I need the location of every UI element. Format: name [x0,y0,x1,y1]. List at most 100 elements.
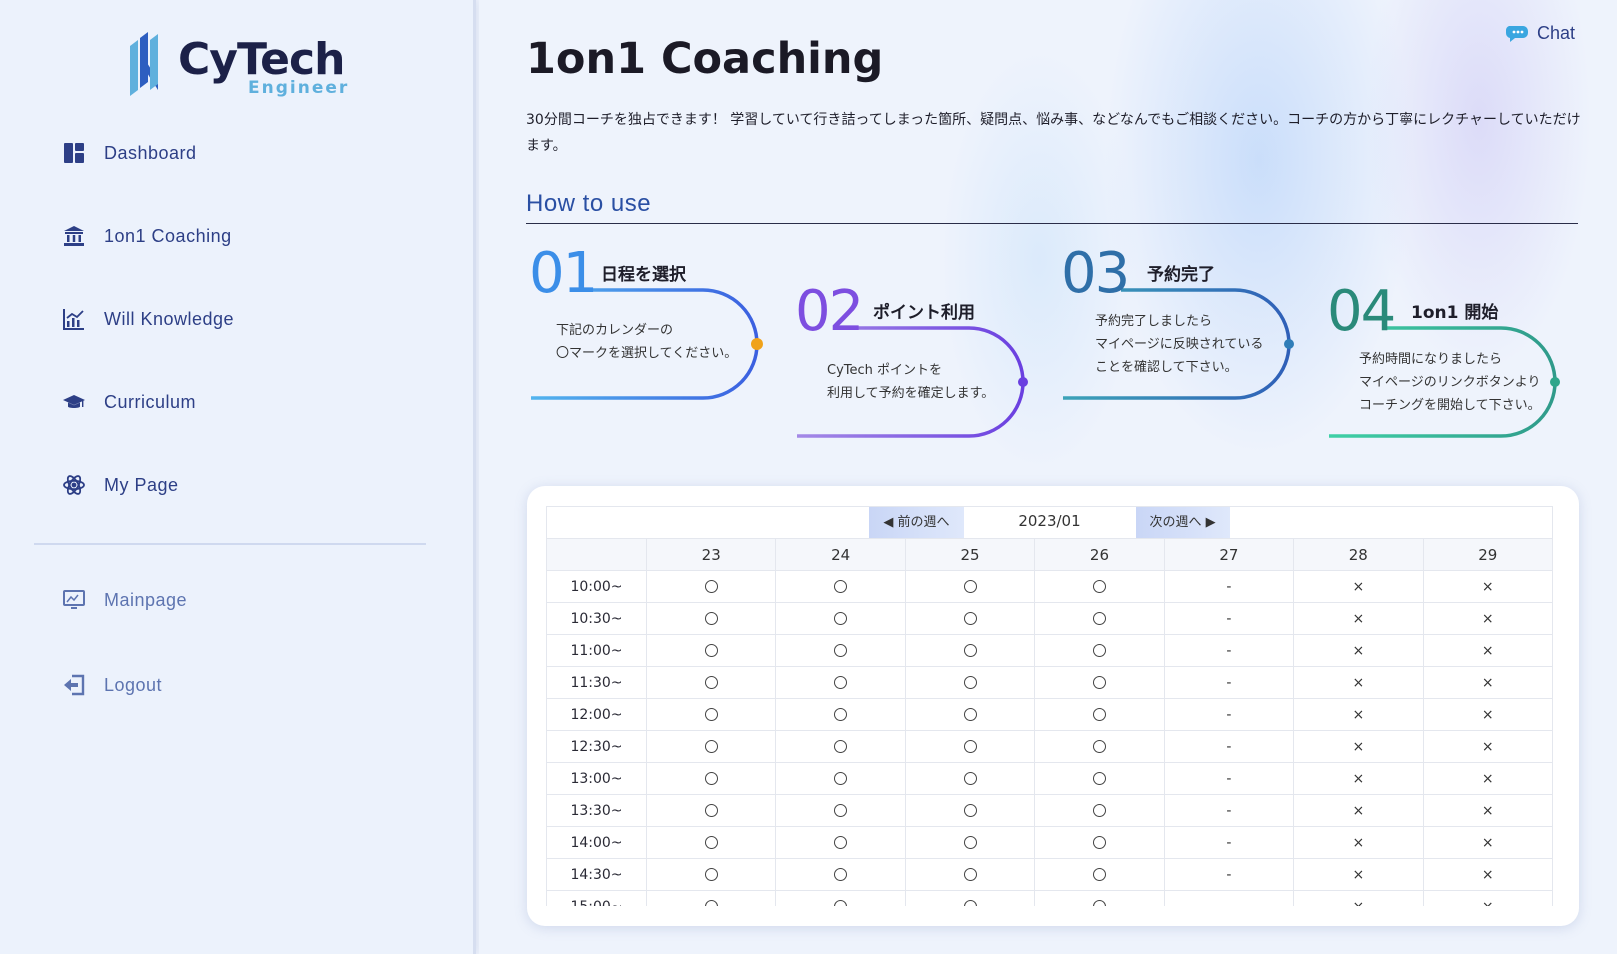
available-slot-mark[interactable] [704,772,718,785]
slot-cell[interactable] [904,602,1036,635]
slot-cell[interactable] [1034,602,1165,635]
available-slot-mark[interactable] [834,676,848,689]
sidebar-item-will-knowledge[interactable]: Will Knowledge [62,304,422,334]
slot-cell[interactable] [775,858,906,891]
available-slot-mark[interactable] [704,868,718,881]
slot-cell[interactable] [775,794,906,827]
slot-cell[interactable] [904,634,1036,667]
slot-cell[interactable] [775,634,906,667]
slot-cell[interactable] [645,858,777,891]
slot-cell[interactable] [1034,666,1165,699]
sidebar-item-dashboard[interactable]: Dashboard [62,138,422,168]
slot-cell[interactable] [1034,826,1165,859]
available-slot-mark[interactable] [704,708,718,721]
available-slot-mark[interactable] [834,804,848,817]
available-slot-mark[interactable] [963,708,977,721]
slot-cell[interactable] [1034,730,1165,763]
available-slot-mark[interactable] [834,836,848,849]
available-slot-mark[interactable] [704,804,718,817]
slot-cell[interactable] [645,762,777,795]
available-slot-mark[interactable] [1092,612,1106,625]
slot-cell[interactable] [645,794,777,827]
slot-cell[interactable] [1034,634,1165,667]
available-slot-mark[interactable] [704,836,718,849]
slot-cell[interactable] [775,826,906,859]
slot-cell[interactable] [1034,762,1165,795]
available-slot-mark[interactable] [1092,772,1106,785]
slot-cell[interactable] [775,698,906,731]
available-slot-mark[interactable] [834,772,848,785]
available-slot-mark[interactable] [834,868,848,881]
slot-cell[interactable] [645,890,777,906]
slot-cell[interactable] [645,698,777,731]
slot-cell[interactable] [1034,858,1165,891]
sidebar-item-logout[interactable]: Logout [62,670,422,700]
available-slot-mark[interactable] [963,772,977,785]
available-slot-mark[interactable] [963,676,977,689]
slot-cell[interactable] [904,890,1036,906]
available-slot-mark[interactable] [834,580,848,593]
available-slot-mark[interactable] [834,708,848,721]
available-slot-mark[interactable] [1092,740,1106,753]
available-slot-mark[interactable] [963,900,977,906]
slot-cell[interactable] [645,602,777,635]
slot-cell[interactable] [904,698,1036,731]
slot-cell[interactable] [904,730,1036,763]
slot-cell[interactable] [775,666,906,699]
available-slot-mark[interactable] [834,740,848,753]
slot-cell[interactable] [904,794,1036,827]
available-slot-mark[interactable] [1092,900,1106,906]
prev-week-button[interactable]: ◀ 前の週へ [869,507,964,538]
next-week-button[interactable]: 次の週へ ▶ [1135,507,1230,538]
available-slot-mark[interactable] [1092,676,1106,689]
sidebar-item-mainpage[interactable]: Mainpage [62,585,422,615]
available-slot-mark[interactable] [963,868,977,881]
available-slot-mark[interactable] [704,612,718,625]
slot-cell[interactable] [904,762,1036,795]
available-slot-mark[interactable] [704,676,718,689]
available-slot-mark[interactable] [704,644,718,657]
available-slot-mark[interactable] [1092,804,1106,817]
slot-cell[interactable] [904,858,1036,891]
slot-cell[interactable] [645,634,777,667]
available-slot-mark[interactable] [1092,644,1106,657]
available-slot-mark[interactable] [1092,868,1106,881]
slot-cell[interactable] [645,826,777,859]
available-slot-mark[interactable] [834,612,848,625]
slot-cell[interactable] [775,570,906,603]
available-slot-mark[interactable] [963,740,977,753]
slot-cell[interactable] [904,570,1036,603]
slot-cell[interactable] [775,602,906,635]
cytech-logo[interactable]: CyTech Engineer [128,30,348,100]
slot-cell[interactable] [904,826,1036,859]
available-slot-mark[interactable] [834,900,848,906]
slot-cell[interactable] [645,570,777,603]
available-slot-mark[interactable] [963,804,977,817]
available-slot-mark[interactable] [704,580,718,593]
slot-cell[interactable] [904,666,1036,699]
sidebar-item-my-page[interactable]: My Page [62,470,422,500]
slot-cell[interactable] [1034,794,1165,827]
available-slot-mark[interactable] [704,900,718,906]
slot-cell[interactable] [1034,698,1165,731]
available-slot-mark[interactable] [704,740,718,753]
sidebar-item-curriculum[interactable]: Curriculum [62,387,422,417]
slot-cell[interactable] [645,666,777,699]
slot-cell[interactable] [775,730,906,763]
available-slot-mark[interactable] [1092,708,1106,721]
sidebar-item-1on1-coaching[interactable]: 1on1 Coaching [62,221,422,251]
available-slot-mark[interactable] [963,836,977,849]
available-slot-mark[interactable] [1092,580,1106,593]
slot-cell[interactable] [775,762,906,795]
available-slot-mark[interactable] [1092,836,1106,849]
available-slot-mark[interactable] [963,580,977,593]
slot-cell[interactable] [1034,890,1165,906]
chat-button[interactable]: Chat [1503,22,1575,44]
available-slot-mark[interactable] [963,644,977,657]
calendar-scroll-area[interactable]: ◀ 前の週へ 2023/01 次の週へ ▶ 23 24 25 26 27 28 29… [546,506,1560,906]
available-slot-mark[interactable] [963,612,977,625]
slot-cell[interactable] [645,730,777,763]
available-slot-mark[interactable] [834,644,848,657]
slot-cell[interactable] [775,890,906,906]
slot-cell[interactable] [1034,570,1165,603]
